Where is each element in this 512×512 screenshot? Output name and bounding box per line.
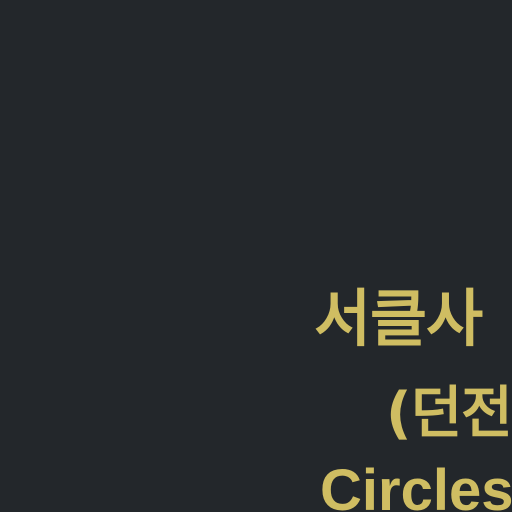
game-title-screen: 서클사 (던전 Circles bbox=[0, 0, 512, 512]
title-korean-line: 서클사 bbox=[314, 282, 483, 355]
title-english-line: Circles bbox=[320, 458, 512, 512]
title-subtitle-line: (던전 bbox=[386, 381, 512, 446]
